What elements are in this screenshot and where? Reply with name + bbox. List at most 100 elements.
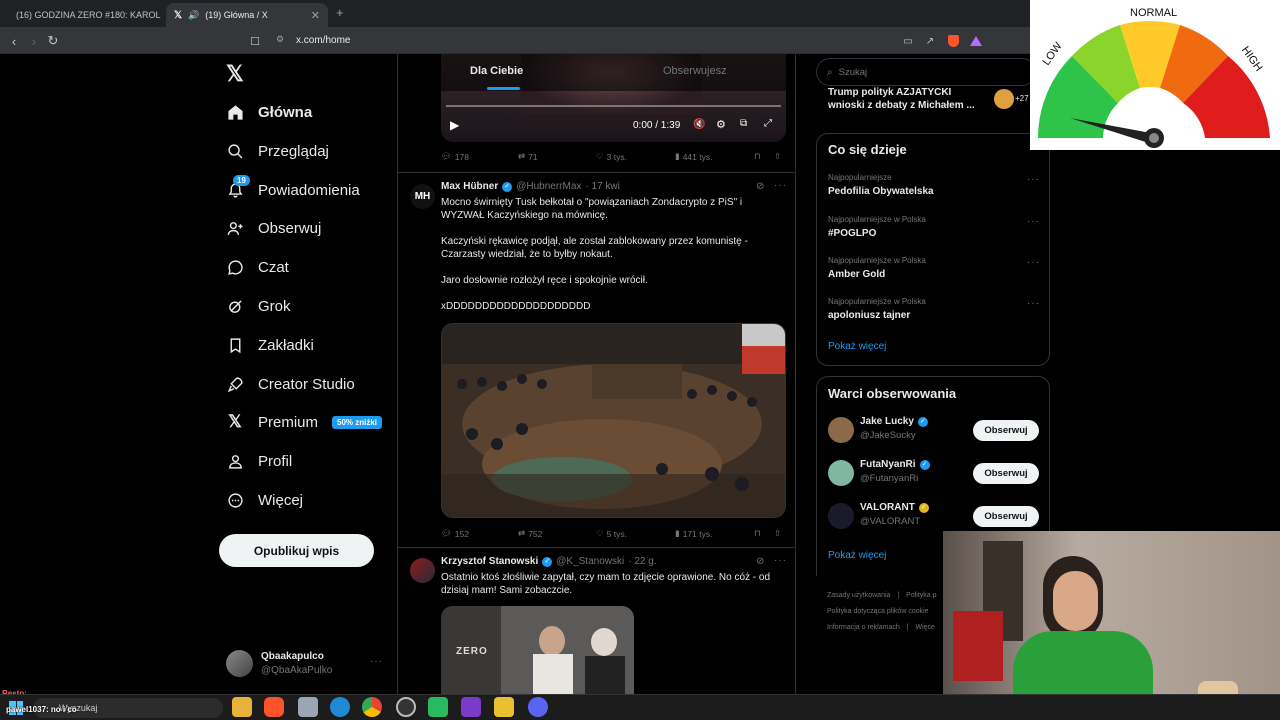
- sidebar-item-bookmarks[interactable]: Zakładki: [226, 331, 314, 359]
- tweet-date[interactable]: · 17 kwi: [585, 181, 619, 192]
- author-name[interactable]: Max Hübner: [441, 181, 498, 192]
- avatar[interactable]: [828, 417, 854, 443]
- sidebar-item-creator-studio[interactable]: Creator Studio: [226, 370, 355, 398]
- file-explorer-icon[interactable]: [232, 697, 252, 717]
- popout-icon[interactable]: ⧉: [740, 118, 747, 129]
- app-icon[interactable]: [298, 697, 318, 717]
- follow-suggestion[interactable]: FutaNyanRi ✓ @FutanyanRi Obserwuj: [817, 454, 1049, 490]
- suggestion-handle[interactable]: @VALORANT: [860, 516, 920, 527]
- tab-following[interactable]: Obserwujesz: [663, 65, 727, 77]
- more-icon[interactable]: ···: [1027, 174, 1040, 185]
- retweet-button[interactable]: ⇄ 71: [518, 151, 538, 162]
- author-name[interactable]: Krzysztof Stanowski: [441, 556, 538, 567]
- edge-icon[interactable]: [330, 697, 350, 717]
- show-more-link[interactable]: Pokaż więcej: [828, 550, 886, 561]
- reply-button[interactable]: 💬︎ 152: [441, 528, 469, 539]
- top-trend-card[interactable]: Trump polityk AZJATYCKI wnioski z debaty…: [816, 82, 1050, 122]
- avatar[interactable]: [410, 558, 435, 583]
- address-bar[interactable]: ⚙ x.com/home: [266, 30, 996, 51]
- account-more-icon[interactable]: ···: [370, 656, 383, 667]
- x-logo-icon[interactable]: 𝕏: [226, 61, 244, 87]
- tweet-date[interactable]: · 22 g.: [628, 556, 656, 567]
- tab-youtube[interactable]: (16) GODZINA ZERO #180: KAROL N: [2, 3, 162, 27]
- sidebar-item-notifications[interactable]: 19 Powiadomienia: [226, 175, 360, 204]
- more-icon[interactable]: ···: [1027, 216, 1040, 227]
- trend-item[interactable]: Najpopularniejsze w Polska Amber Gold ··…: [817, 253, 1049, 291]
- trend-item[interactable]: Najpopularniejsze w Polska #POGLPO ···: [817, 212, 1049, 250]
- chrome-icon[interactable]: [362, 697, 382, 717]
- more-icon[interactable]: ···: [774, 180, 787, 191]
- share-icon[interactable]: ↗: [920, 31, 940, 51]
- show-more-link[interactable]: Pokaż więcej: [828, 341, 886, 352]
- tab-for-you[interactable]: Dla Ciebie: [470, 65, 523, 77]
- cast-icon[interactable]: ▭: [898, 31, 918, 51]
- brave-rewards-icon[interactable]: [966, 31, 986, 51]
- suggestion-handle[interactable]: @FutanyanRi: [860, 473, 918, 484]
- suggestion-name[interactable]: FutaNyanRi: [860, 459, 916, 470]
- video-progress-bar[interactable]: [446, 105, 781, 107]
- sidebar-item-follow[interactable]: Obserwuj: [226, 214, 321, 242]
- sidebar-item-more[interactable]: Więcej: [226, 486, 303, 514]
- fullscreen-icon[interactable]: ⤢: [764, 118, 772, 129]
- reload-icon[interactable]: ↻: [43, 31, 63, 51]
- follow-button[interactable]: Obserwuj: [973, 463, 1039, 484]
- brave-icon[interactable]: [264, 697, 284, 717]
- sidebar-item-chat[interactable]: Czat: [226, 253, 289, 281]
- bookmark-icon[interactable]: ⊓: [754, 151, 761, 162]
- more-icon[interactable]: ···: [774, 555, 787, 566]
- avatar[interactable]: [828, 460, 854, 486]
- footer-link[interactable]: Więce: [916, 624, 935, 631]
- trend-item[interactable]: Najpopularniejsze Pedofilia Obywatelska …: [817, 170, 1049, 208]
- tweet[interactable]: MH Max Hübner ✓ @HubnerrMax · 17 kwi ⊘ ·…: [398, 173, 795, 547]
- footer-link[interactable]: Zasady użytkowania: [827, 592, 890, 599]
- suggestion-name[interactable]: VALORANT: [860, 502, 915, 513]
- site-settings-icon[interactable]: ⚙: [276, 34, 284, 45]
- discord-icon[interactable]: [528, 697, 548, 717]
- brave-shield-icon[interactable]: [943, 31, 963, 51]
- footer-link[interactable]: Informacja o reklamach: [827, 624, 900, 631]
- new-tab-button[interactable]: +: [336, 5, 344, 20]
- post-button[interactable]: Opublikuj wpis: [219, 534, 374, 567]
- sidebar-item-explore[interactable]: Przeglądaj: [226, 137, 329, 165]
- sidebar-item-home[interactable]: Główna: [226, 98, 312, 126]
- follow-button[interactable]: Obserwuj: [973, 420, 1039, 441]
- tweet[interactable]: Krzysztof Stanowski ✓ @K_Stanowski · 22 …: [398, 548, 795, 694]
- mute-icon[interactable]: 🔇: [693, 119, 705, 130]
- author-handle[interactable]: @K_Stanowski: [556, 556, 624, 567]
- views-button[interactable]: ▮ 171 tys.: [675, 528, 712, 539]
- suggestion-handle[interactable]: @JakeSucky: [860, 430, 916, 441]
- follow-button[interactable]: Obserwuj: [973, 506, 1039, 527]
- grok-icon[interactable]: ⊘: [756, 181, 764, 192]
- app-icon[interactable]: [461, 697, 481, 717]
- bookmark-icon[interactable]: ⊓: [754, 528, 761, 539]
- sidebar-item-premium[interactable]: 𝕏 Premium 50% zniżki: [226, 408, 383, 436]
- trend-item[interactable]: Najpopularniejsze w Polska apoloniusz ta…: [817, 294, 1049, 332]
- like-button[interactable]: ♡ 5 tys.: [596, 528, 627, 539]
- tweet-image[interactable]: [441, 323, 786, 518]
- share-icon[interactable]: ⇧: [774, 151, 781, 162]
- settings-icon[interactable]: ⚙: [716, 118, 726, 131]
- tweet-image[interactable]: ZERO: [441, 606, 634, 694]
- follow-suggestion[interactable]: Jake Lucky ✓ @JakeSucky Obserwuj: [817, 411, 1049, 447]
- bookmark-page-icon[interactable]: ☐: [245, 31, 265, 51]
- avatar[interactable]: MH: [410, 184, 435, 209]
- avatar[interactable]: [828, 503, 854, 529]
- grok-icon[interactable]: ⊘: [756, 556, 764, 567]
- share-icon[interactable]: ⇧: [774, 528, 781, 539]
- account-switcher[interactable]: Qbaakapulco @QbaAkaPulko ···: [226, 648, 386, 680]
- more-icon[interactable]: ···: [1027, 257, 1040, 268]
- close-tab-icon[interactable]: ✕: [311, 9, 320, 22]
- forward-icon[interactable]: ›: [24, 31, 44, 51]
- retweet-button[interactable]: ⇄ 752: [518, 528, 542, 539]
- footer-link[interactable]: Polityka dotycząca plików cookie: [827, 608, 929, 615]
- sidebar-item-profile[interactable]: Profil: [226, 447, 292, 475]
- back-icon[interactable]: ‹: [4, 31, 24, 51]
- tab-x-home[interactable]: 𝕏 🔊 (19) Główna / X ✕: [166, 3, 328, 27]
- footer-link[interactable]: Polityka p: [906, 592, 936, 599]
- suggestion-name[interactable]: Jake Lucky: [860, 416, 914, 427]
- reply-button[interactable]: 💬︎ 178: [441, 151, 469, 162]
- obs-icon[interactable]: [396, 697, 416, 717]
- like-button[interactable]: ♡ 3 tys.: [596, 151, 627, 162]
- author-handle[interactable]: @HubnerrMax: [516, 181, 581, 192]
- follow-suggestion[interactable]: VALORANT ✓ @VALORANT Obserwuj: [817, 497, 1049, 533]
